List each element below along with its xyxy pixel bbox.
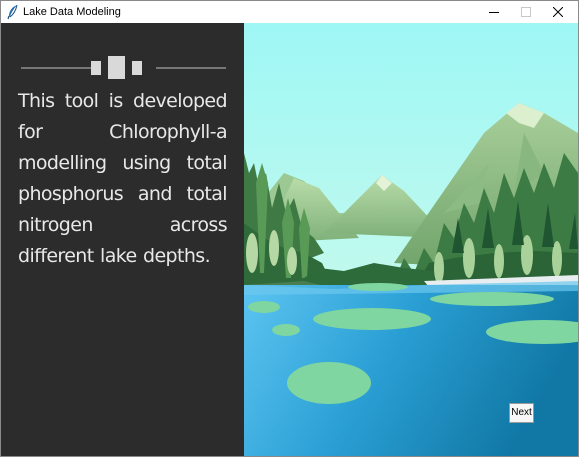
close-button[interactable] [535, 1, 578, 23]
window-title: Lake Data Modeling [23, 6, 121, 18]
feather-icon [7, 4, 18, 20]
close-icon [552, 7, 563, 17]
divider-ornament [21, 56, 226, 79]
app-window: Lake Data Modeling This tool is develope… [0, 0, 579, 457]
title-bar[interactable]: Lake Data Modeling [1, 1, 578, 23]
main-content: This tool is developed for Chlorophyll-a… [1, 23, 578, 456]
next-button[interactable]: Next [509, 403, 534, 423]
lake-mountain-illustration [244, 23, 578, 456]
tool-description: This tool is developed for Chlorophyll-a… [18, 90, 228, 267]
minimize-icon [488, 12, 499, 13]
info-panel: This tool is developed for Chlorophyll-a… [1, 23, 244, 456]
maximize-icon [520, 7, 531, 17]
